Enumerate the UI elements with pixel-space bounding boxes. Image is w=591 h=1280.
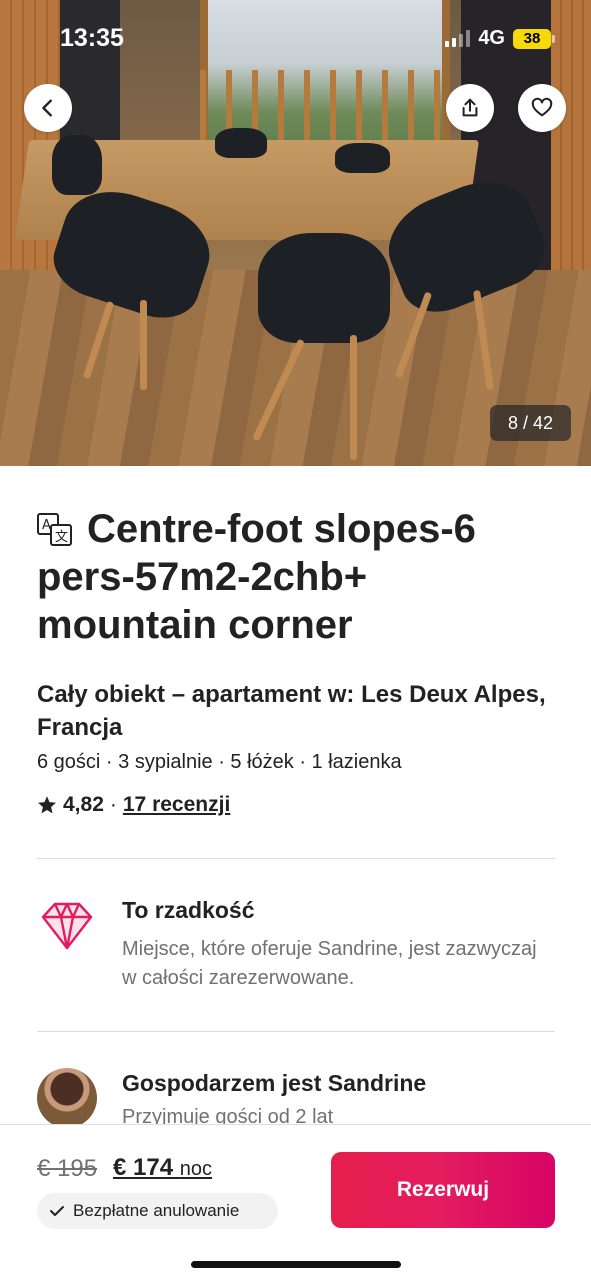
rating-separator: · [109, 793, 117, 816]
rating-value: 4,82 [63, 793, 104, 816]
listing-details: 6 gości · 3 sypialnie · 5 łóżek · 1 łazi… [37, 751, 402, 773]
highlight-title: To rzadkość [122, 897, 255, 923]
share-button[interactable] [446, 84, 494, 132]
price-value: € 174 [113, 1154, 174, 1181]
svg-text:A: A [42, 518, 51, 533]
listing-subtitle: Cały obiekt – apartament w: Les Deux Alp… [37, 681, 546, 741]
original-price: € 195 [37, 1155, 98, 1182]
photo-chair [335, 143, 390, 173]
photo-chair [215, 128, 267, 158]
price-unit: noc [179, 1158, 212, 1180]
listing-title-block: A 文 Centre-foot slopes-6 pers-57m2-2chb+… [37, 505, 557, 649]
photo-chair [52, 135, 102, 195]
divider [37, 858, 555, 859]
diamond-icon [41, 902, 93, 950]
reviews-link[interactable]: 17 recenzji [123, 793, 230, 817]
photo-chair-leg [350, 335, 357, 460]
photo-chair-leg [140, 300, 147, 390]
photo-chair [258, 233, 390, 343]
home-indicator[interactable] [191, 1261, 401, 1268]
host-title: Gospodarzem jest Sandrine [122, 1070, 427, 1096]
favorite-button[interactable] [518, 84, 566, 132]
listing-title: Centre-foot slopes-6 pers-57m2-2chb+ mou… [37, 507, 476, 647]
svg-text:文: 文 [55, 530, 68, 545]
check-icon [50, 1206, 64, 1216]
network-label: 4G [478, 27, 505, 49]
rating-row: 4,82 · 17 recenzji [37, 793, 230, 817]
booking-bar: € 195 € 174 noc Bezpłatne anulowanie Rez… [0, 1124, 591, 1280]
free-cancellation-badge: Bezpłatne anulowanie [37, 1193, 278, 1229]
battery-icon: 38 [513, 28, 555, 49]
signal-icon [445, 30, 471, 47]
divider [37, 1031, 555, 1032]
back-button[interactable] [24, 84, 72, 132]
host-avatar[interactable] [37, 1068, 97, 1128]
highlight-text: Miejsce, które oferuje Sandrine, jest za… [122, 938, 537, 989]
status-indicators: 4G 38 [445, 27, 555, 50]
photo-counter: 8 / 42 [490, 405, 571, 441]
discounted-price[interactable]: € 174 noc [113, 1154, 212, 1182]
status-time: 13:35 [60, 24, 124, 52]
back-arrow-icon [42, 99, 52, 117]
heart-icon [531, 97, 553, 117]
star-icon [38, 796, 56, 814]
reserve-button[interactable]: Rezerwuj [331, 1152, 555, 1228]
free-cancellation-label: Bezpłatne anulowanie [73, 1201, 240, 1220]
share-icon [462, 98, 478, 117]
translate-icon[interactable]: A 文 [37, 513, 73, 547]
listing-photo[interactable]: 13:35 4G 38 8 / 42 [0, 0, 591, 466]
